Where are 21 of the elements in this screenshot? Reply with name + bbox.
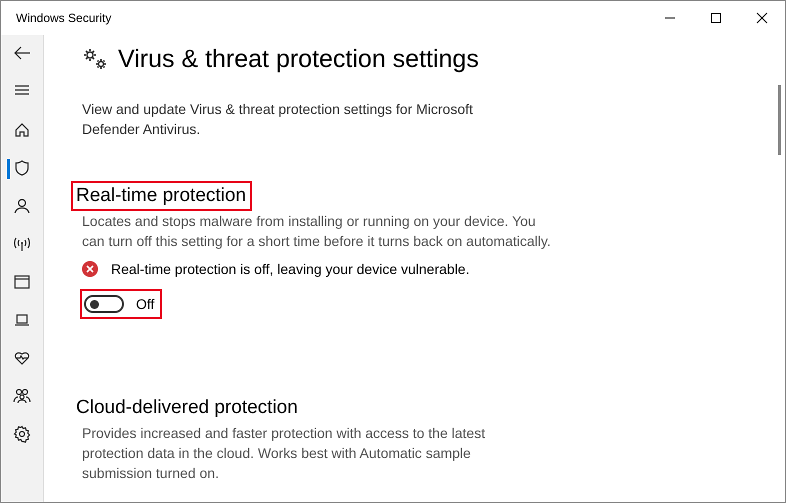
section-heading: Cloud-delivered protection [76, 397, 298, 418]
family-icon [13, 387, 31, 405]
window-title: Windows Security [15, 11, 112, 25]
browser-window-icon [13, 273, 31, 291]
page-description: View and update Virus & threat protection settings for Microsoft Defender Antivirus. [82, 100, 474, 139]
maximize-icon [710, 12, 722, 24]
toggle-label: Off [136, 296, 154, 312]
page-title: Virus & threat protection settings [118, 44, 479, 74]
section-heading: Real-time protection [76, 185, 246, 206]
back-icon [13, 44, 31, 62]
person-icon [13, 197, 31, 215]
toggle-switch[interactable] [84, 295, 124, 313]
shield-icon [13, 159, 31, 177]
section-description: Provides increased and faster protection with access to the latest protection data in the cloud. Works best with Automatic sample submission turned on. [82, 424, 486, 483]
settings-icon [13, 425, 31, 443]
error-icon [82, 261, 98, 277]
close-icon [756, 12, 768, 24]
home-icon [13, 121, 31, 139]
status-message: Real-time protection is off, leaving your device vulnerable. [111, 261, 470, 277]
section-description: Locates and stops malware from installing or running on your device. You can turn off this setting for a short time before it turns back on automatically. [82, 212, 552, 251]
wireless-icon [13, 235, 31, 253]
